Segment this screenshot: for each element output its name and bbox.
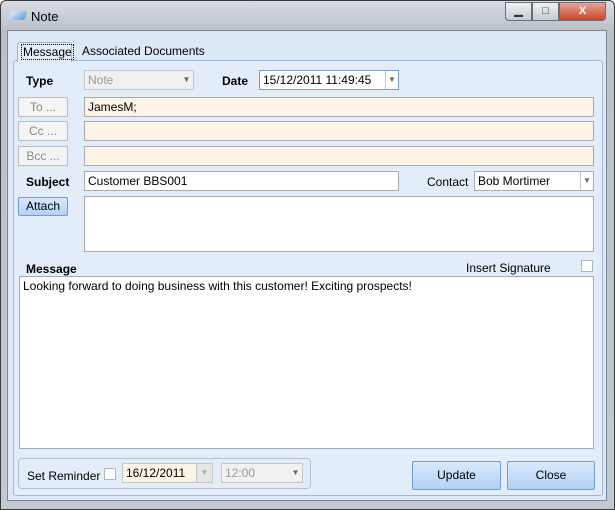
date-value: 15/12/2011 11:49:45	[263, 73, 372, 87]
chevron-down-icon[interactable]: ▼	[580, 172, 593, 190]
bcc-button[interactable]: Bcc ...	[18, 146, 68, 166]
tab-associated-documents[interactable]: Associated Documents	[82, 44, 205, 58]
contact-combobox[interactable]: Bob Mortimer ▼	[474, 171, 594, 191]
cc-field[interactable]	[84, 121, 594, 141]
contact-label: Contact	[427, 175, 469, 189]
type-label: Type	[26, 74, 54, 88]
note-app-icon	[8, 11, 28, 20]
update-button[interactable]: Update	[412, 461, 501, 490]
window-title: Note	[31, 9, 59, 24]
close-button[interactable]: Close	[507, 461, 595, 490]
tab-message-label: Message	[21, 44, 74, 60]
reminder-time-combobox[interactable]: 12:00 ▼	[221, 463, 303, 483]
minimize-button[interactable]: ▁	[505, 2, 532, 21]
date-label: Date	[222, 74, 249, 88]
cc-button[interactable]: Cc ...	[18, 121, 68, 141]
subject-input[interactable]: Customer BBS001	[84, 171, 399, 191]
chevron-down-icon[interactable]: ▼	[385, 71, 398, 89]
type-combobox[interactable]: Note ▼	[84, 70, 194, 90]
set-reminder-label: Set Reminder	[27, 469, 101, 483]
bcc-field[interactable]	[84, 146, 594, 166]
to-button[interactable]: To ...	[18, 97, 68, 117]
close-window-button[interactable]: X	[559, 2, 606, 21]
message-label: Message	[26, 262, 77, 276]
set-reminder-checkbox[interactable]	[104, 468, 116, 480]
reminder-date-value: 16/12/2011	[126, 466, 186, 480]
subject-label: Subject	[26, 175, 70, 189]
tab-message[interactable]: Message	[17, 42, 74, 62]
attach-button[interactable]: Attach	[18, 197, 68, 216]
chevron-down-icon: ▼	[291, 468, 300, 477]
insert-signature-checkbox[interactable]	[581, 260, 593, 272]
message-textarea[interactable]: Looking forward to doing business with t…	[19, 276, 594, 449]
reminder-date-picker[interactable]: 16/12/2011 ▼	[122, 463, 213, 483]
type-value: Note	[88, 73, 114, 87]
date-picker[interactable]: 15/12/2011 11:49:45 ▼	[259, 70, 399, 90]
chevron-down-icon[interactable]: ▼	[196, 464, 212, 482]
maximize-button[interactable]: □	[532, 2, 559, 21]
chevron-down-icon: ▼	[182, 75, 191, 84]
insert-signature-label: Insert Signature	[466, 261, 551, 275]
reminder-time-value: 12:00	[225, 466, 256, 480]
to-field[interactable]: JamesM;	[84, 97, 594, 117]
attachments-list[interactable]	[84, 196, 594, 252]
contact-value: Bob Mortimer	[478, 174, 551, 188]
